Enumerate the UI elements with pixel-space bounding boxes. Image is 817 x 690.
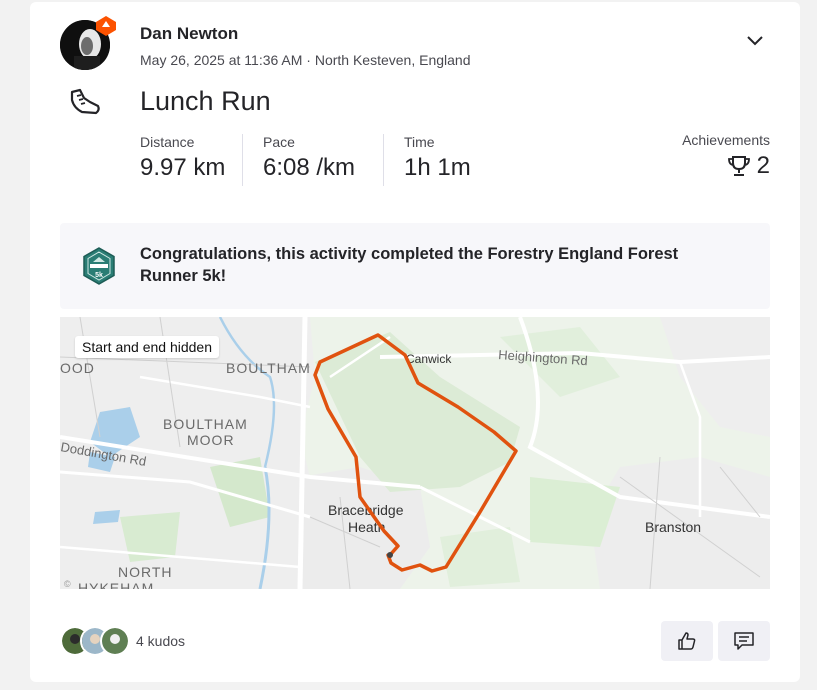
trophy-icon bbox=[727, 156, 750, 176]
athlete-name[interactable]: Dan Newton bbox=[140, 24, 238, 44]
kudos-count[interactable]: 4 kudos bbox=[136, 633, 185, 649]
map-label-branston: Branston bbox=[645, 519, 701, 535]
challenge-banner: 5k Congratulations, this activity comple… bbox=[60, 223, 770, 309]
map-label-boultham-moor: BOULTHAM bbox=[163, 416, 248, 432]
stat-label: Time bbox=[404, 134, 435, 150]
achievements-label: Achievements bbox=[682, 132, 770, 148]
map-label-north: NORTH bbox=[118, 564, 173, 580]
map-label-canwick: Canwick bbox=[406, 352, 452, 366]
forest-runner-badge-icon: 5k bbox=[83, 247, 115, 285]
stat-divider bbox=[242, 134, 243, 186]
map-label-north: HYKEHAM bbox=[78, 580, 154, 589]
activity-card: Dan Newton May 26, 2025 at 11:36 AM · No… bbox=[30, 2, 800, 682]
activity-date-location: May 26, 2025 at 11:36 AM · North Kesteve… bbox=[140, 52, 471, 68]
stat-value: 1h 1m bbox=[404, 154, 471, 181]
map-label-ood: OOD bbox=[60, 360, 95, 376]
thumbs-up-icon bbox=[678, 632, 696, 650]
stat-label: Distance bbox=[140, 134, 195, 150]
privacy-zone-label: Start and end hidden bbox=[75, 336, 219, 358]
activity-title[interactable]: Lunch Run bbox=[140, 86, 271, 117]
route-map[interactable]: OOD BOULTHAM BOULTHAM MOOR Doddington Rd… bbox=[60, 317, 770, 589]
stat-label: Pace bbox=[263, 134, 295, 150]
kudos-summary[interactable]: 4 kudos bbox=[60, 626, 185, 656]
chevron-down-icon[interactable] bbox=[744, 32, 766, 50]
stat-value: 9.97 km bbox=[140, 154, 226, 181]
kudos-button[interactable] bbox=[661, 621, 713, 661]
running-shoe-icon bbox=[70, 88, 100, 115]
stat-time: Time 1h 1m bbox=[404, 134, 471, 182]
route-marker bbox=[387, 552, 393, 558]
svg-text:5k: 5k bbox=[95, 272, 103, 279]
map-label-boultham-moor: MOOR bbox=[187, 432, 235, 448]
map-label-boultham: BOULTHAM bbox=[226, 360, 311, 376]
challenge-text[interactable]: Congratulations, this activity completed… bbox=[140, 243, 740, 287]
stat-pace: Pace 6:08 /km bbox=[263, 134, 355, 182]
athlete-avatar[interactable] bbox=[60, 16, 116, 70]
stat-distance: Distance 9.97 km bbox=[140, 134, 225, 182]
map-attribution: © bbox=[64, 579, 71, 589]
achievements[interactable]: Achievements 2 bbox=[682, 132, 770, 180]
comment-icon bbox=[734, 632, 754, 650]
stat-value: 6:08 /km bbox=[263, 154, 356, 181]
comment-button[interactable] bbox=[718, 621, 770, 661]
subscriber-badge-icon bbox=[96, 16, 116, 36]
kudos-avatar bbox=[100, 626, 130, 656]
achievements-count: 2 bbox=[756, 152, 770, 179]
stat-divider bbox=[383, 134, 384, 186]
